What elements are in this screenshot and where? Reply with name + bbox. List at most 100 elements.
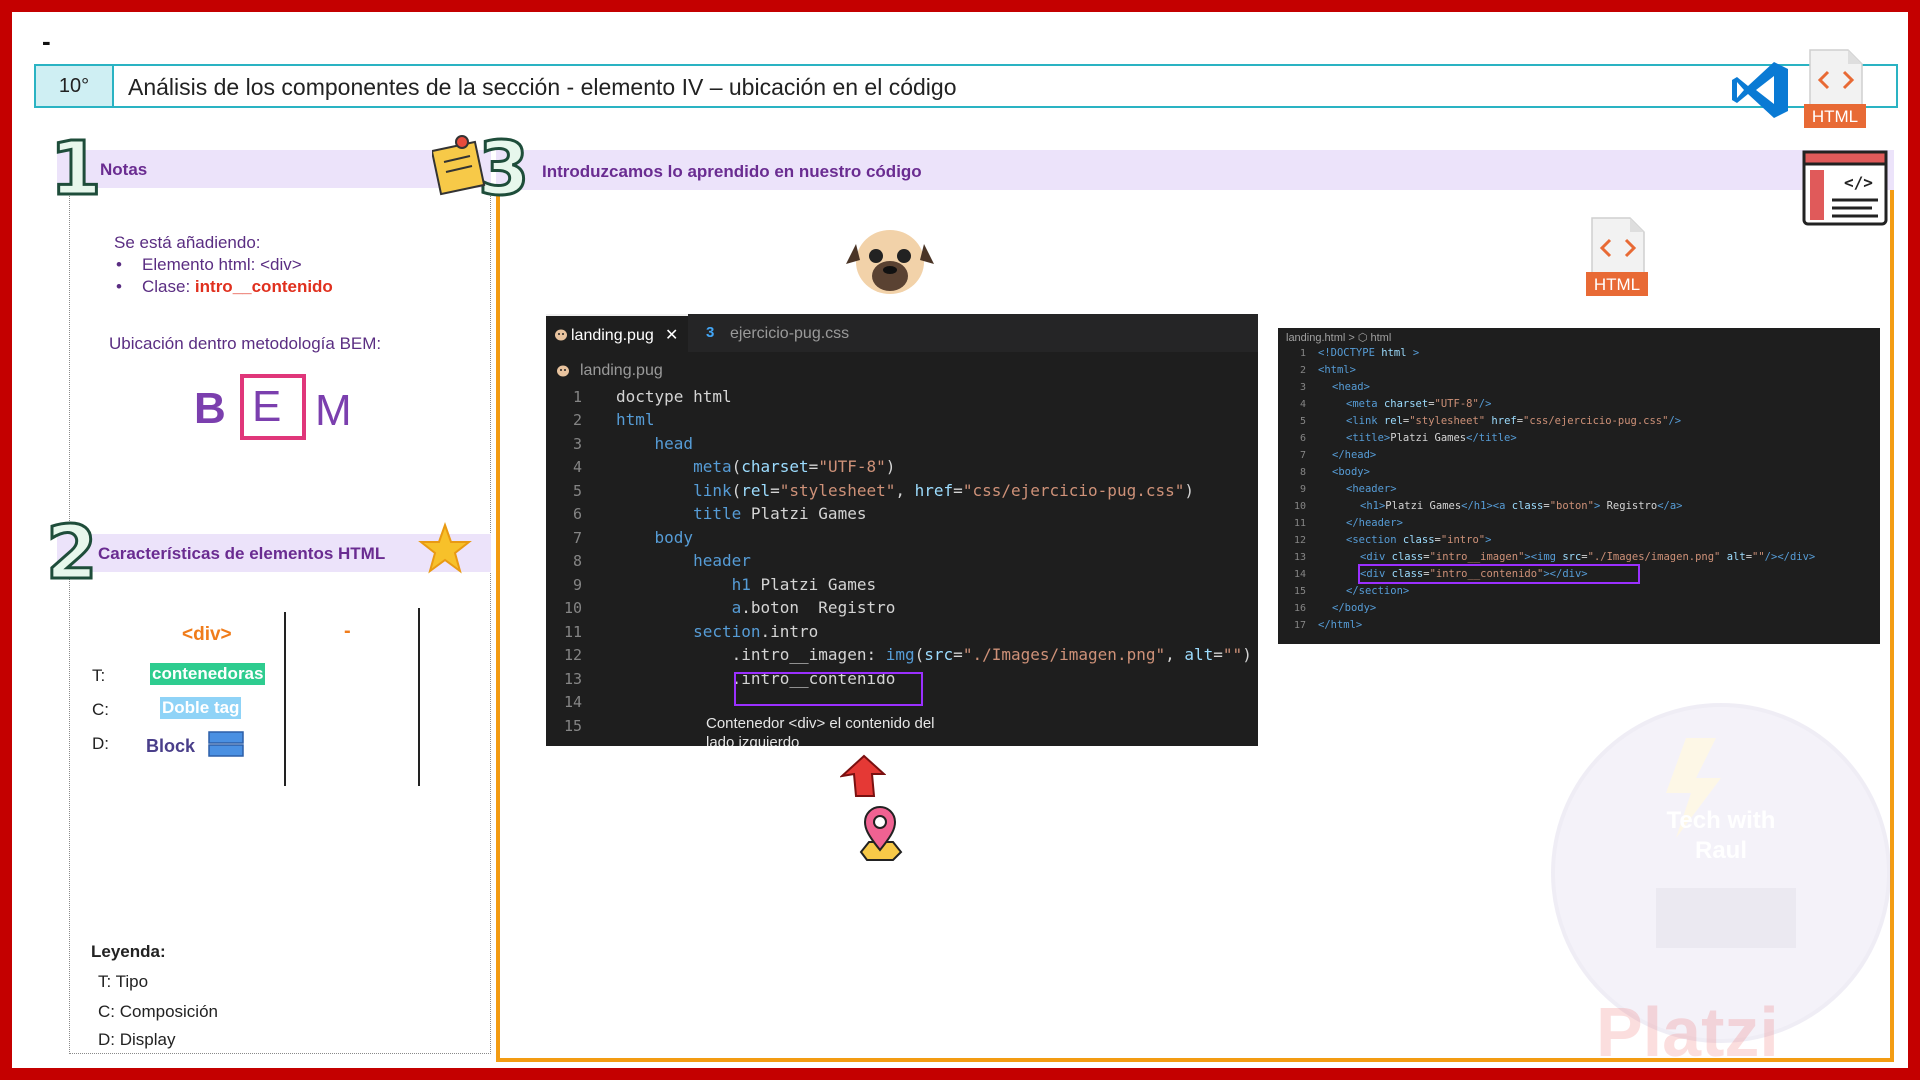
notes-title: Notas [100,160,148,179]
legend-item: D: Display [98,1030,176,1049]
css-file-icon: 3 [706,324,715,341]
code-line: <!DOCTYPE html > [1318,347,1420,359]
code-line: doctype html [616,387,732,406]
legend-item: T: Tipo [98,972,149,991]
line-number: 2 [572,411,582,429]
legend-title: Leyenda: [91,942,166,961]
editor-tab-bar: landing.pug ✕ 3 ejercicio-pug.css [546,314,1258,352]
code-line: </html> [1318,619,1363,631]
arrow-up-icon [840,754,886,797]
step-number-1: 1 [49,126,103,212]
editor-breadcrumb: landing.html > ⬡ html [1286,332,1392,344]
line-number: 5 [572,482,582,500]
html-badge-text: HTML [1594,275,1640,294]
code-line: </section> [1346,585,1410,597]
line-number: 9 [1299,484,1306,495]
line-number: 9 [572,576,582,594]
line-number: 3 [1299,382,1306,393]
code-line: <header> [1346,483,1397,495]
pug-logo-icon [846,230,934,294]
code-line: section.intro [693,622,819,641]
line-number: 7 [1299,450,1306,461]
code-line: html [616,410,655,429]
empty-column-marker: - [344,620,351,642]
step-number-2: 2 [45,510,99,596]
code-line: <section class="intro"> [1346,534,1492,546]
vscode-icon [1732,62,1788,118]
code-line: <meta charset="UTF-8"/> [1346,398,1492,410]
line-number: 6 [1299,433,1306,444]
svg-text:</>: </> [1844,173,1873,192]
memo-note-icon [432,135,486,196]
line-number: 7 [572,529,582,547]
notes-body: Se está añadiendo: Elemento html: <div> … [114,232,333,298]
line-number: 1 [1299,348,1306,359]
code-line: body [654,528,694,547]
line-number: 14 [563,693,582,711]
location-pin-icon [859,806,903,861]
code-line: link(rel="stylesheet", href="css/ejercic… [693,481,1195,500]
highlight-box [734,672,923,706]
title-bar: 10° Análisis de los componentes de la se… [34,64,1898,108]
notes-class-label: Clase: [142,277,195,296]
display-label: D: [92,734,109,753]
block-display-icon [208,731,244,757]
line-number: 5 [1299,416,1306,427]
platzi-watermark: Platzi [1596,993,1779,1068]
main-title: Introduzcamos lo aprendido en nuestro có… [542,162,922,181]
code-line: <head> [1332,381,1370,393]
type-label: T: [92,666,106,685]
watermark-line1: Tech with [1667,807,1776,834]
line-number: 10 [1293,501,1306,512]
html-file-icon: HTML [1804,49,1866,128]
code-line: title Platzi Games [693,504,867,523]
code-line: </head> [1332,449,1377,461]
annotation-line: Contenedor <div> el contenido del [706,715,935,732]
line-number: 13 [563,670,582,688]
bem-block-letter: B [194,384,226,433]
editor-breadcrumb: landing.pug [580,362,663,379]
column-divider [418,608,420,786]
line-number: 8 [1299,467,1306,478]
code-line: </body> [1332,602,1377,614]
code-annotation: Contenedor <div> el contenido del lado i… [706,714,935,746]
highlight-box [1358,564,1640,584]
tab-css[interactable]: ejercicio-pug.css [730,325,849,343]
notes-item-element: Elemento html: <div> [114,254,333,276]
line-number: 14 [1293,569,1306,580]
column-divider [284,612,286,786]
tab-label: landing.pug [571,327,654,344]
characteristics-title: Características de elementos HTML [98,544,386,563]
line-number: 2 [1299,365,1306,376]
notes-intro: Se está añadiendo: [114,233,261,252]
notes-class-value: intro__contenido [194,277,333,296]
code-line: head [654,434,694,453]
html-badge-text: HTML [1812,107,1858,126]
page-title: Análisis de los componentes de la secció… [128,74,957,100]
annotation-line: lado izquierdo [706,734,800,746]
slide: - 10° Análisis de los componentes de la … [12,12,1908,1068]
section-number: 10° [36,66,114,106]
line-number: 3 [572,435,582,453]
bem-modifier-letter: M [315,386,352,435]
legend-item: C: Composición [98,1002,218,1021]
code-line: .intro__imagen: img(src="./Images/imagen… [616,645,1252,664]
line-number: 11 [563,623,582,641]
star-icon [418,522,472,574]
element-name: <div> [182,624,232,645]
notes-item-class: Clase: intro__contenido [114,276,333,298]
watermark-line2: Raul [1695,837,1747,864]
tab-landing-pug[interactable]: landing.pug ✕ [546,314,688,352]
code-window-icon: </> [1802,150,1888,226]
line-number: 12 [563,646,582,664]
display-value: Block [146,736,196,756]
html-code-editor: landing.html > ⬡ html 1 <!DOCTYPE html > … [1278,328,1880,644]
line-number: 15 [1293,586,1306,597]
line-number: 4 [572,458,582,476]
code-line: <h1>Platzi Games</h1><a class="boton"> R… [1360,500,1683,512]
pug-file-icon [555,329,567,341]
tab-close-icon[interactable]: ✕ [665,325,678,345]
composition-label: C: [92,700,109,719]
line-number: 15 [563,717,582,735]
line-number: 11 [1293,518,1306,529]
